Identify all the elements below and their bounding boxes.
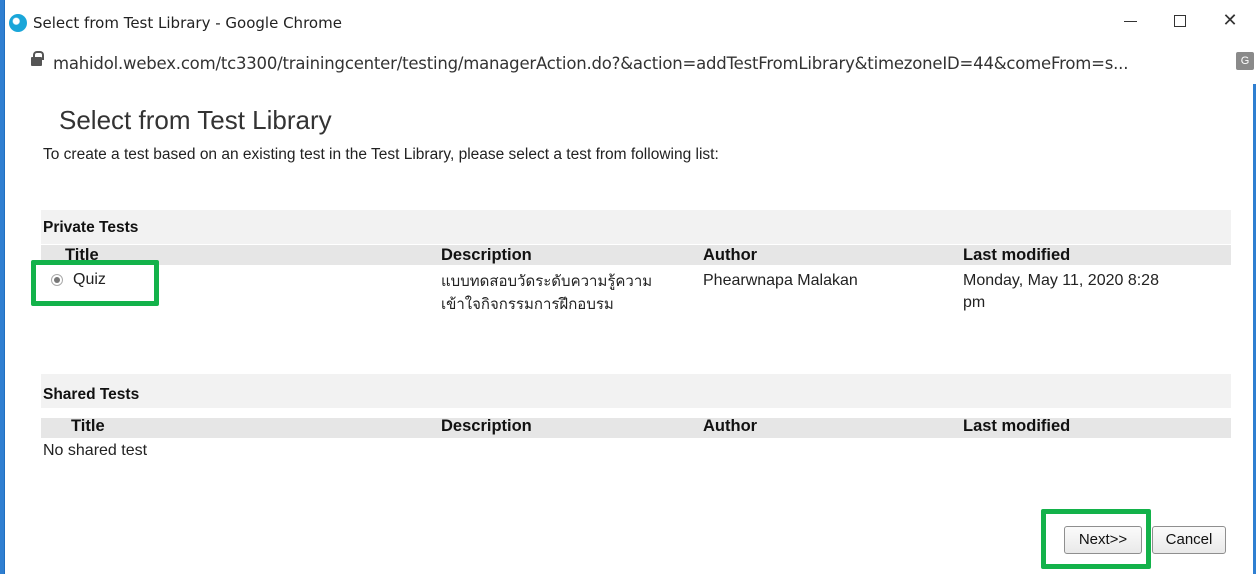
- test-modified-line2: pm: [963, 294, 986, 311]
- shared-tests-section-bar: [41, 374, 1231, 408]
- minimize-icon: [1124, 21, 1137, 22]
- col-description: Description: [441, 246, 532, 264]
- private-tests-section-bar: [41, 210, 1231, 244]
- translate-icon[interactable]: G: [1236, 52, 1254, 70]
- lock-icon[interactable]: [31, 51, 44, 66]
- test-description-line2: เข้าใจกิจกรรมการฝึกอบรม: [441, 295, 614, 313]
- test-description-line1: แบบทดสอบวัดระดับความรู้ความ: [441, 272, 653, 290]
- test-modified-line1: Monday, May 11, 2020 8:28: [963, 272, 1159, 289]
- private-tests-title: Private Tests: [43, 219, 139, 236]
- maximize-icon: [1174, 15, 1186, 27]
- test-author: Phearwnapa Malakan: [703, 272, 858, 289]
- close-button[interactable]: ✕: [1210, 6, 1250, 36]
- cancel-button[interactable]: Cancel: [1152, 526, 1226, 554]
- url-text[interactable]: mahidol.webex.com/tc3300/trainingcenter/…: [53, 54, 1128, 73]
- dialog-content: Select from Test Library To create a tes…: [5, 84, 1256, 574]
- shared-col-description: Description: [441, 417, 532, 435]
- next-highlight-box: [1041, 509, 1151, 569]
- maximize-button[interactable]: [1160, 6, 1200, 36]
- shared-col-last-modified: Last modified: [963, 417, 1071, 435]
- browser-window: Select from Test Library - Google Chrome…: [4, 0, 1256, 574]
- minimize-button[interactable]: [1110, 6, 1150, 36]
- instructions-text: To create a test based on an existing te…: [43, 146, 719, 163]
- title-bar: Select from Test Library - Google Chrome…: [5, 0, 1256, 44]
- no-shared-test-text: No shared test: [43, 442, 148, 459]
- window-title: Select from Test Library - Google Chrome: [33, 14, 342, 32]
- close-icon: ✕: [1222, 10, 1238, 31]
- shared-col-author: Author: [703, 417, 758, 435]
- page-title: Select from Test Library: [59, 105, 332, 135]
- chrome-app-icon: [9, 14, 27, 32]
- col-author: Author: [703, 246, 758, 264]
- shared-col-title: Title: [71, 417, 105, 435]
- col-last-modified: Last modified: [963, 246, 1071, 264]
- quiz-highlight-box: [31, 260, 159, 306]
- shared-tests-title: Shared Tests: [43, 386, 140, 403]
